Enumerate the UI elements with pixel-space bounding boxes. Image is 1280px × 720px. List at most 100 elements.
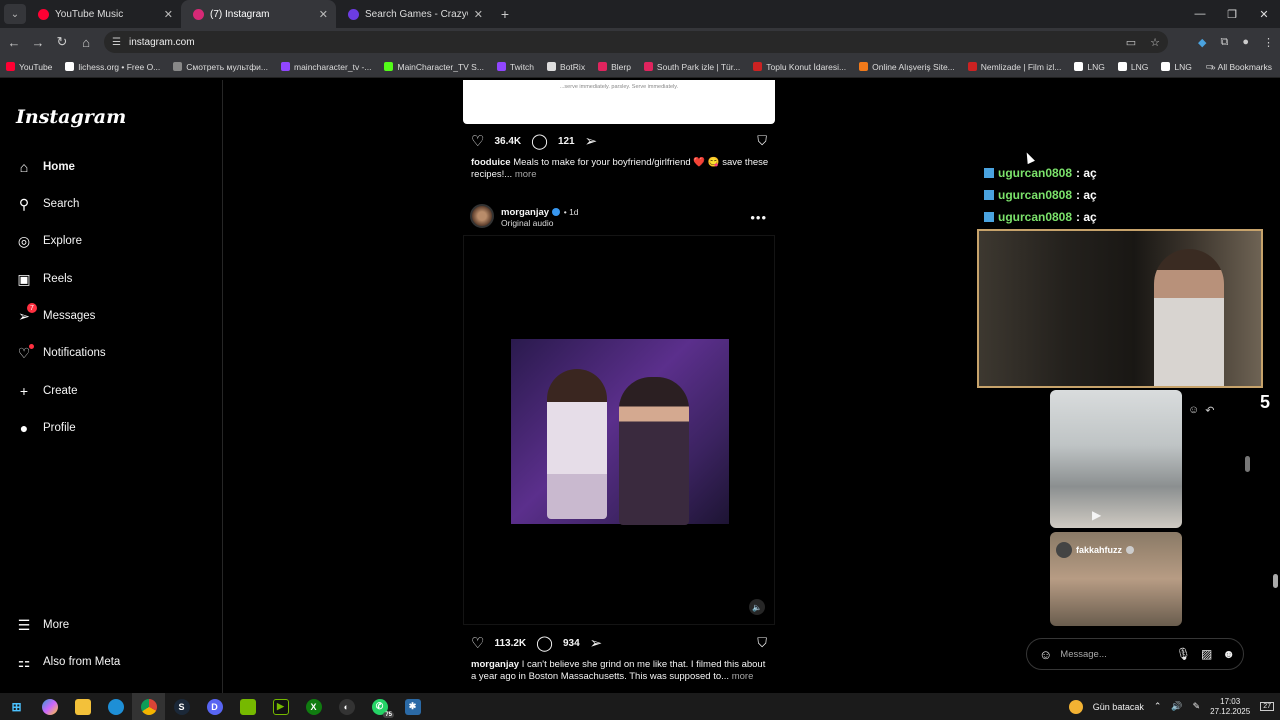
close-window-button[interactable]: ✕ xyxy=(1248,0,1280,28)
share-icon[interactable]: ➢ xyxy=(590,634,603,652)
start-button[interactable]: ⊞ xyxy=(0,693,33,720)
cast-icon[interactable]: ▭ xyxy=(1126,36,1136,49)
like-heart-icon[interactable]: ♡ xyxy=(471,132,484,150)
weather-sun-icon[interactable] xyxy=(1068,699,1083,714)
xbox-button[interactable]: X xyxy=(297,693,330,720)
also-from-meta-button[interactable]: ⚏ Also from Meta xyxy=(16,654,121,670)
bookmark-item[interactable]: Nemlizade | Film izl... xyxy=(967,62,1061,72)
instagram-logo[interactable]: Instagram xyxy=(16,106,126,128)
all-bookmarks-button[interactable]: ▭ All Bookmarks xyxy=(1206,61,1272,72)
bookmark-item[interactable]: Twitch xyxy=(496,62,534,72)
bookmark-item[interactable]: LNG xyxy=(1074,62,1105,72)
nav-item-reels[interactable]: ▣ Reels xyxy=(16,271,72,287)
back-button[interactable]: ← xyxy=(2,35,26,50)
original-audio-link[interactable]: Original audio xyxy=(501,218,579,228)
speaker-icon[interactable]: 🔊 xyxy=(1171,701,1182,712)
extensions-puzzle-icon[interactable]: ⧉ xyxy=(1220,36,1228,49)
network-app-button[interactable]: ✱ xyxy=(396,693,429,720)
chevron-up-icon[interactable]: ⌃ xyxy=(1154,701,1162,712)
tab-search-button[interactable]: ⌄ xyxy=(4,4,26,24)
bookmark-item[interactable]: LNG xyxy=(1117,62,1148,72)
save-bookmark-icon[interactable]: ⛉ xyxy=(757,635,767,651)
shared-reel-thumbnail[interactable]: fakkahfuzz xyxy=(1050,532,1182,626)
bookmark-item[interactable]: Blerp xyxy=(598,62,631,72)
message-input[interactable]: ☺ Message... 🎙 ▨ ☻ xyxy=(1026,638,1244,670)
copilot-button[interactable] xyxy=(33,693,66,720)
extension-icon[interactable]: ◆ xyxy=(1198,36,1206,49)
nav-item-create[interactable]: + Create xyxy=(16,383,78,399)
microphone-icon[interactable]: 🎙 xyxy=(1176,647,1191,661)
page-scrollbar[interactable] xyxy=(1271,80,1279,693)
reload-button[interactable]: ↻ xyxy=(50,34,74,50)
minimize-button[interactable]: — xyxy=(1184,0,1216,28)
new-tab-button[interactable]: + xyxy=(495,6,515,22)
bookmark-item[interactable]: BotRix xyxy=(547,62,585,72)
nav-item-search[interactable]: ⚲ Search xyxy=(16,196,80,212)
steam-button[interactable]: S xyxy=(165,693,198,720)
file-explorer-button[interactable] xyxy=(66,693,99,720)
clock[interactable]: 17:03 27.12.2025 xyxy=(1210,697,1250,717)
save-bookmark-icon[interactable]: ⛉ xyxy=(757,133,767,149)
tab-youtube-music[interactable]: YouTube Music ✕ xyxy=(26,0,181,28)
nvidia-app-button[interactable]: ▶ xyxy=(264,693,297,720)
nav-item-profile[interactable]: ● Profile xyxy=(16,420,76,436)
home-button[interactable]: ⌂ xyxy=(74,35,98,50)
restore-button[interactable]: ❐ xyxy=(1216,0,1248,28)
weather-text[interactable]: Gün batacak xyxy=(1093,702,1144,712)
sticker-icon[interactable]: ☻ xyxy=(1222,647,1235,661)
site-info-icon[interactable]: ☰ xyxy=(112,37,121,48)
bookmark-item[interactable]: Смотреть мультфи... xyxy=(173,62,268,72)
mute-speaker-icon[interactable]: 🔈 xyxy=(749,599,765,615)
profile-avatar-icon[interactable]: ● xyxy=(1242,36,1249,48)
more-button[interactable]: ☰ More xyxy=(16,617,69,633)
whatsapp-button[interactable]: ✆ 75 xyxy=(363,693,396,720)
caption-username[interactable]: morganjay xyxy=(471,659,519,670)
comment-icon[interactable]: ◯ xyxy=(536,634,553,652)
emoji-react-icon[interactable]: ☺ xyxy=(1188,404,1199,417)
image-icon[interactable]: ▨ xyxy=(1201,647,1212,661)
pen-icon[interactable]: ✎ xyxy=(1193,701,1201,712)
discord-button[interactable]: D xyxy=(198,693,231,720)
close-icon[interactable]: ✕ xyxy=(319,8,328,21)
messages-scrollbar[interactable] xyxy=(1245,456,1250,472)
bookmark-item[interactable]: MainCharacter_TV S... xyxy=(384,62,484,72)
bookmark-item[interactable]: lichess.org • Free O... xyxy=(65,62,160,72)
emoji-icon[interactable]: ☺ xyxy=(1039,647,1052,662)
caption-more-link[interactable]: more xyxy=(732,671,754,682)
tab-crazygames[interactable]: Search Games - CrazyGames ✕ xyxy=(336,0,491,28)
scroll-thumb[interactable] xyxy=(1273,574,1278,588)
post-username[interactable]: morganjay xyxy=(501,207,549,218)
bookmark-item[interactable]: Toplu Konut İdaresi... xyxy=(753,62,846,72)
bookmark-item[interactable]: South Park izle | Tür... xyxy=(643,62,740,72)
bookmark-star-icon[interactable]: ☆ xyxy=(1150,36,1160,49)
nvidia-button[interactable] xyxy=(231,693,264,720)
bookmark-item[interactable]: LNG xyxy=(1161,62,1192,72)
more-options-icon[interactable]: ••• xyxy=(750,210,767,225)
reel-video[interactable]: 🔈 xyxy=(463,235,775,625)
bookmark-item[interactable]: Online Alışveriş Site... xyxy=(859,62,955,72)
nav-item-notifications[interactable]: ♡ Notifications xyxy=(16,344,106,361)
like-heart-icon[interactable]: ♡ xyxy=(471,634,484,652)
notification-icon[interactable]: 27 xyxy=(1260,702,1274,711)
game-app-button[interactable]: ◐ xyxy=(330,693,363,720)
caption-more-link[interactable]: more xyxy=(515,169,537,180)
tab-instagram[interactable]: (7) Instagram ✕ xyxy=(181,0,336,28)
edge-button[interactable] xyxy=(99,693,132,720)
bookmark-item[interactable]: YouTube xyxy=(6,62,52,72)
nav-item-home[interactable]: ⌂ Home xyxy=(16,159,75,175)
shared-reel-thumbnail[interactable]: ▶ xyxy=(1050,390,1182,528)
comment-icon[interactable]: ◯ xyxy=(531,132,548,150)
share-icon[interactable]: ➢ xyxy=(585,132,598,150)
nav-item-messages[interactable]: ➢ 7 Messages xyxy=(16,303,95,324)
nav-item-explore[interactable]: ◎ Explore xyxy=(16,233,82,249)
address-bar[interactable]: ☰ instagram.com ▭ ☆ xyxy=(104,31,1168,53)
chrome-button[interactable] xyxy=(132,693,165,720)
sender-name[interactable]: fakkahfuzz xyxy=(1076,545,1122,555)
menu-kebab-icon[interactable]: ⋮ xyxy=(1263,36,1274,49)
close-icon[interactable]: ✕ xyxy=(164,8,173,21)
avatar[interactable] xyxy=(470,204,494,228)
caption-username[interactable]: fooduice xyxy=(471,157,511,168)
reply-icon[interactable]: ↶ xyxy=(1205,404,1214,417)
close-icon[interactable]: ✕ xyxy=(474,8,483,21)
forward-button[interactable]: → xyxy=(26,35,50,50)
